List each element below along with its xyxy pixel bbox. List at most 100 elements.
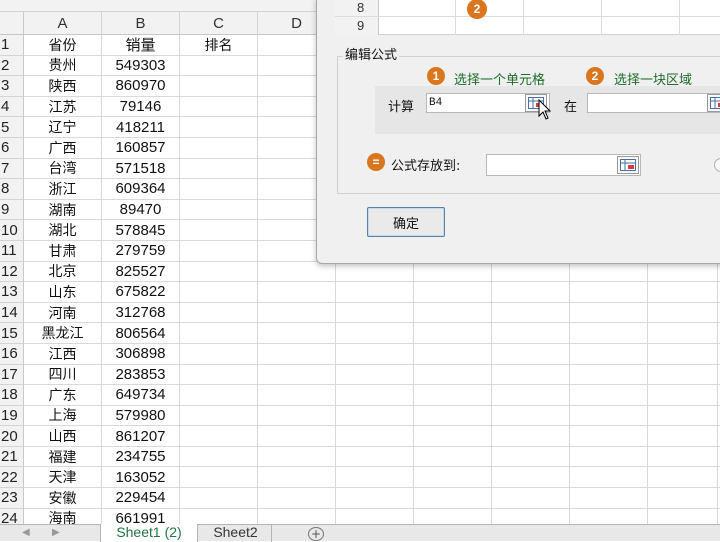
cell-empty[interactable] xyxy=(648,303,718,323)
cell-province[interactable]: 江西 xyxy=(24,344,102,364)
cell-province[interactable]: 省份 xyxy=(24,35,102,55)
cell-empty[interactable] xyxy=(414,488,492,508)
cell-empty[interactable] xyxy=(648,365,718,385)
cell-rank[interactable] xyxy=(180,76,258,96)
cell-empty[interactable] xyxy=(414,406,492,426)
cell-empty[interactable] xyxy=(336,467,414,487)
cell-empty[interactable] xyxy=(648,385,718,405)
cell-empty[interactable] xyxy=(414,344,492,364)
cell-sales[interactable]: 860970 xyxy=(102,76,180,96)
cell-empty[interactable] xyxy=(648,447,718,467)
row-header[interactable]: 19 xyxy=(0,406,24,427)
cell-empty[interactable] xyxy=(570,467,648,487)
cell-rank[interactable] xyxy=(180,220,258,240)
cell-province[interactable]: 安徽 xyxy=(24,488,102,508)
cell-empty[interactable] xyxy=(492,385,570,405)
row-header[interactable]: 16 xyxy=(0,344,24,365)
cell-rank[interactable] xyxy=(180,241,258,261)
tab-sheet2[interactable]: Sheet2 xyxy=(200,524,272,542)
cell-rank[interactable] xyxy=(180,262,258,282)
cell-empty[interactable] xyxy=(570,365,648,385)
cell-rank[interactable] xyxy=(180,344,258,364)
cell-empty[interactable] xyxy=(570,385,648,405)
cell-rank[interactable] xyxy=(180,117,258,137)
cell-province[interactable]: 河南 xyxy=(24,303,102,323)
cell-sales[interactable]: 661991 xyxy=(102,509,180,524)
cell-empty[interactable] xyxy=(570,323,648,343)
row-header[interactable]: 21 xyxy=(0,447,24,468)
cell-empty[interactable] xyxy=(648,488,718,508)
cell-province[interactable]: 浙江 xyxy=(24,179,102,199)
row-header[interactable]: 14 xyxy=(0,303,24,324)
cell-empty[interactable] xyxy=(570,303,648,323)
cell-empty[interactable] xyxy=(492,488,570,508)
cell-rank[interactable] xyxy=(180,138,258,158)
cell-province[interactable]: 江苏 xyxy=(24,97,102,117)
cell-sales[interactable]: 79146 xyxy=(102,97,180,117)
cell-empty[interactable] xyxy=(414,467,492,487)
cell-province[interactable]: 广西 xyxy=(24,138,102,158)
cell-rank[interactable] xyxy=(180,365,258,385)
cell-province[interactable]: 陕西 xyxy=(24,76,102,96)
cell-empty[interactable] xyxy=(648,323,718,343)
cell-empty[interactable] xyxy=(492,282,570,302)
row-header[interactable]: 6 xyxy=(0,138,24,159)
range-input[interactable] xyxy=(587,93,720,113)
row-header[interactable]: 5 xyxy=(0,117,24,138)
cell-province[interactable]: 山东 xyxy=(24,282,102,302)
cell-empty[interactable] xyxy=(570,282,648,302)
cell-empty[interactable] xyxy=(414,262,492,282)
range-picker-button[interactable] xyxy=(707,94,720,112)
store-picker-button[interactable] xyxy=(617,156,639,174)
cell-province[interactable]: 甘肃 xyxy=(24,241,102,261)
cell-province[interactable]: 海南 xyxy=(24,509,102,524)
cell-empty[interactable] xyxy=(336,282,414,302)
cell-sales[interactable]: 571518 xyxy=(102,159,180,179)
cell-sales[interactable]: 229454 xyxy=(102,488,180,508)
cell-sales[interactable]: 312768 xyxy=(102,303,180,323)
cell-sales[interactable]: 861207 xyxy=(102,426,180,446)
row-header[interactable]: 17 xyxy=(0,365,24,386)
tab-scroll-right-icon[interactable]: ▶ xyxy=(52,527,60,538)
cell-province[interactable]: 四川 xyxy=(24,365,102,385)
cell-sales[interactable]: 609364 xyxy=(102,179,180,199)
cell-rank[interactable] xyxy=(180,406,258,426)
row-header[interactable]: 10 xyxy=(0,220,24,241)
cell-sales[interactable]: 283853 xyxy=(102,365,180,385)
cell-rank[interactable] xyxy=(180,159,258,179)
cell-empty[interactable] xyxy=(648,509,718,524)
row-header[interactable]: 11 xyxy=(0,241,24,262)
row-header[interactable]: 12 xyxy=(0,262,24,283)
cell-rank[interactable] xyxy=(180,97,258,117)
cell-empty[interactable] xyxy=(492,365,570,385)
cell-empty[interactable] xyxy=(258,406,336,426)
cell-empty[interactable] xyxy=(258,385,336,405)
cell-province[interactable]: 贵州 xyxy=(24,56,102,76)
cell-sales[interactable]: 579980 xyxy=(102,406,180,426)
cell-empty[interactable] xyxy=(648,282,718,302)
cell-empty[interactable] xyxy=(336,365,414,385)
cell-rank[interactable] xyxy=(180,282,258,302)
cell-empty[interactable] xyxy=(648,406,718,426)
cell-empty[interactable] xyxy=(570,488,648,508)
cell-sales[interactable]: 649734 xyxy=(102,385,180,405)
cell-rank[interactable] xyxy=(180,447,258,467)
add-sheet-icon[interactable]: + xyxy=(308,527,324,541)
cell-empty[interactable] xyxy=(570,509,648,524)
cell-empty[interactable] xyxy=(336,488,414,508)
cell-sales[interactable]: 578845 xyxy=(102,220,180,240)
cell-province[interactable]: 湖北 xyxy=(24,220,102,240)
cell-sales[interactable]: 549303 xyxy=(102,56,180,76)
cell-empty[interactable] xyxy=(258,426,336,446)
cell-rank[interactable]: 排名 xyxy=(180,35,258,55)
cell-empty[interactable] xyxy=(492,447,570,467)
cell-sales[interactable]: 89470 xyxy=(102,200,180,220)
cell-empty[interactable] xyxy=(492,406,570,426)
cell-empty[interactable] xyxy=(570,262,648,282)
cell-sales[interactable]: 234755 xyxy=(102,447,180,467)
row-header[interactable]: 20 xyxy=(0,426,24,447)
cell-empty[interactable] xyxy=(414,426,492,446)
cell-empty[interactable] xyxy=(414,282,492,302)
cell-rank[interactable] xyxy=(180,200,258,220)
cell-empty[interactable] xyxy=(648,344,718,364)
